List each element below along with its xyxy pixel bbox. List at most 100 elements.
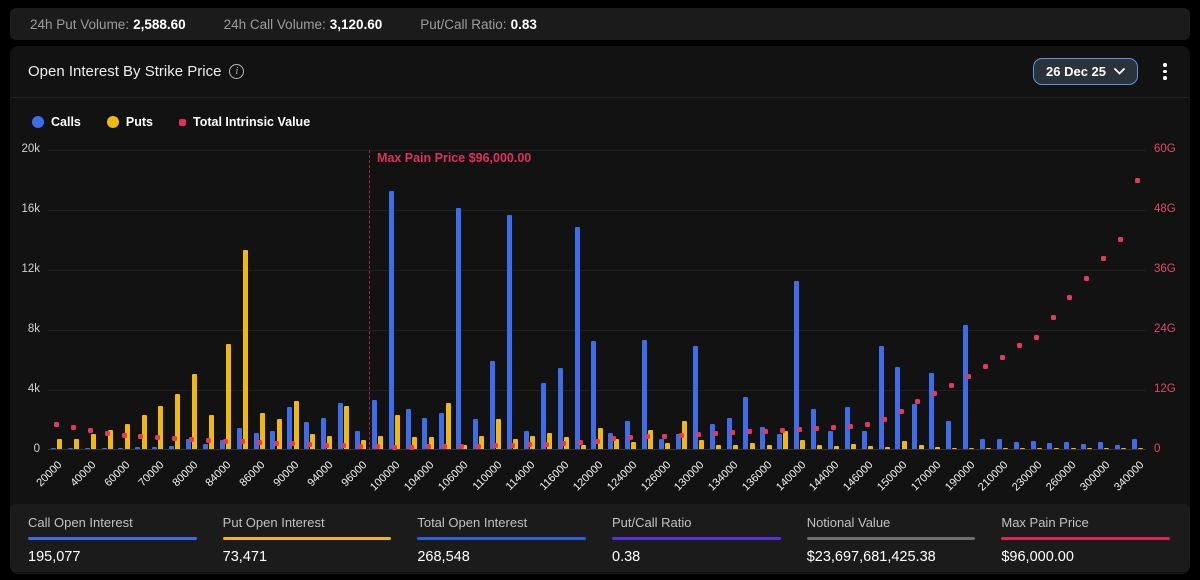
intrinsic-value-dot [240, 439, 245, 444]
intrinsic-value-dot [1067, 295, 1072, 300]
stat-card-underline [223, 537, 392, 540]
put-bar [767, 445, 772, 450]
intrinsic-value-dot [341, 443, 346, 448]
put-bar [834, 446, 839, 449]
put-bar [1037, 448, 1042, 449]
legend-item-calls[interactable]: Calls [32, 115, 81, 129]
y-axis-tick-right: 36G [1154, 263, 1176, 275]
panel-header: Open Interest By Strike Price i 26 Dec 2… [10, 46, 1190, 98]
top-stat: 24h Put Volume:2,588.60 [30, 17, 186, 32]
stat-card-value: 73,471 [223, 549, 392, 565]
y-axis-tick-left: 12k [21, 263, 40, 275]
intrinsic-value-dot [274, 441, 279, 446]
stat-card-total-open-interest: Total Open Interest 268,548 [417, 515, 586, 572]
intrinsic-value-dot [1034, 335, 1039, 340]
call-bar [710, 424, 715, 450]
stat-card-label: Call Open Interest [28, 515, 197, 530]
put-bar [395, 415, 400, 450]
intrinsic-value-dot [426, 444, 431, 449]
intrinsic-value-dot [1017, 343, 1022, 348]
intrinsic-value-dot [392, 445, 397, 450]
circle-marker-icon [32, 116, 44, 128]
call-bar [828, 431, 833, 449]
call-bar [85, 448, 90, 449]
put-bar [1121, 448, 1126, 449]
max-pain-annotation: Max Pain Price $96,000.00 [377, 151, 531, 165]
intrinsic-value-dot [122, 433, 127, 438]
put-bar [716, 445, 721, 450]
call-bar [1047, 443, 1052, 449]
put-bar [919, 445, 924, 449]
expiry-dropdown-value: 26 Dec 25 [1046, 64, 1106, 79]
intrinsic-value-dot [1101, 256, 1106, 261]
put-bar [1003, 448, 1008, 449]
call-bar [490, 361, 495, 450]
chart-plot-area: 20k60G16k48G12k36G8k24G4k12G002000040000… [48, 150, 1146, 450]
kebab-menu-icon[interactable] [1156, 61, 1174, 83]
intrinsic-value-dot [527, 442, 532, 447]
put-bar [969, 448, 974, 450]
stat-card-underline [417, 537, 586, 540]
y-axis-tick-left: 20k [21, 143, 40, 155]
put-bar [986, 448, 991, 449]
put-bar [885, 447, 890, 449]
open-interest-panel: Open Interest By Strike Price i 26 Dec 2… [10, 46, 1190, 574]
panel-title: Open Interest By Strike Price [28, 63, 221, 80]
call-bar [929, 373, 934, 450]
call-bar [963, 325, 968, 450]
call-bar [608, 433, 613, 450]
stat-card-value: $96,000.00 [1001, 549, 1170, 565]
intrinsic-value-dot [696, 432, 701, 437]
legend-item-total-intrinsic-value[interactable]: Total Intrinsic Value [179, 115, 310, 129]
call-bar [777, 434, 782, 449]
stat-card-put-open-interest: Put Open Interest73,471 [223, 515, 392, 572]
call-bar [1098, 442, 1103, 449]
intrinsic-value-dot [780, 428, 785, 433]
intrinsic-value-dot [155, 435, 160, 440]
put-bar [631, 442, 636, 450]
call-bar [406, 409, 411, 450]
y-axis-tick-left: 4k [28, 383, 40, 395]
stat-card-value: 268,548 [417, 549, 586, 565]
call-bar [169, 446, 174, 449]
call-bar [1115, 445, 1120, 450]
stat-card-underline [1001, 537, 1170, 540]
put-bar [1054, 448, 1059, 449]
call-bar [389, 191, 394, 449]
chevron-down-icon [1114, 68, 1125, 75]
put-bar [1087, 448, 1092, 449]
legend-item-puts[interactable]: Puts [107, 115, 153, 129]
chart-legend: Calls Puts Total Intrinsic Value [32, 110, 310, 134]
gridline [48, 390, 1146, 391]
legend-label: Calls [51, 115, 81, 129]
intrinsic-value-dot [476, 444, 481, 449]
legend-label: Total Intrinsic Value [193, 115, 310, 129]
call-bar [558, 368, 563, 449]
legend-label: Puts [126, 115, 153, 129]
call-bar [879, 346, 884, 450]
circle-marker-icon [107, 116, 119, 128]
stat-card-underline [612, 537, 781, 540]
stat-card-call-open-interest: Call Open Interest195,077 [28, 515, 197, 572]
put-bar [868, 446, 873, 449]
y-axis-tick-right: 12G [1154, 383, 1176, 395]
put-bar [74, 439, 79, 450]
call-bar [1132, 439, 1137, 449]
intrinsic-value-dot [679, 433, 684, 438]
put-bar [226, 344, 231, 449]
stat-card-max-pain-price: Max Pain Price$96,000.00 [1001, 515, 1170, 572]
call-bar [68, 448, 73, 449]
put-bar [851, 444, 856, 449]
intrinsic-value-dot [324, 443, 329, 448]
stat-card-label: Total Open Interest [417, 515, 586, 530]
put-bar [142, 415, 147, 450]
put-bar [158, 406, 163, 450]
info-icon[interactable]: i [229, 64, 244, 79]
expiry-dropdown[interactable]: 26 Dec 25 [1033, 58, 1138, 85]
y-axis-tick-left: 16k [21, 203, 40, 215]
intrinsic-value-dot [983, 364, 988, 369]
put-bar [446, 403, 451, 450]
intrinsic-value-dot [899, 409, 904, 414]
intrinsic-value-dot [54, 422, 59, 427]
intrinsic-value-dot [578, 440, 583, 445]
